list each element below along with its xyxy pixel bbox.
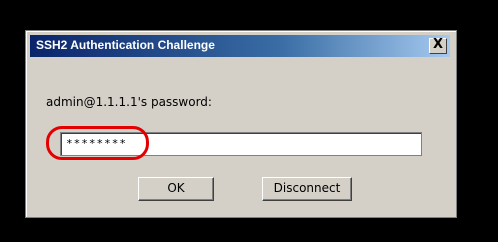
ok-button[interactable]: OK: [138, 177, 214, 201]
close-button[interactable]: X: [429, 37, 447, 54]
title-bar: SSH2 Authentication Challenge X: [30, 35, 450, 57]
password-prompt-label: admin@1.1.1.1's password:: [46, 95, 212, 109]
red-highlight-circle: [46, 126, 149, 160]
dialog-title: SSH2 Authentication Challenge: [36, 38, 215, 52]
disconnect-button[interactable]: Disconnect: [262, 177, 352, 201]
close-icon: X: [432, 37, 444, 52]
ssh2-auth-dialog: SSH2 Authentication Challenge X admin@1.…: [25, 30, 457, 218]
screen: { "window": { "title": "SSH2 Authenticat…: [0, 0, 498, 242]
